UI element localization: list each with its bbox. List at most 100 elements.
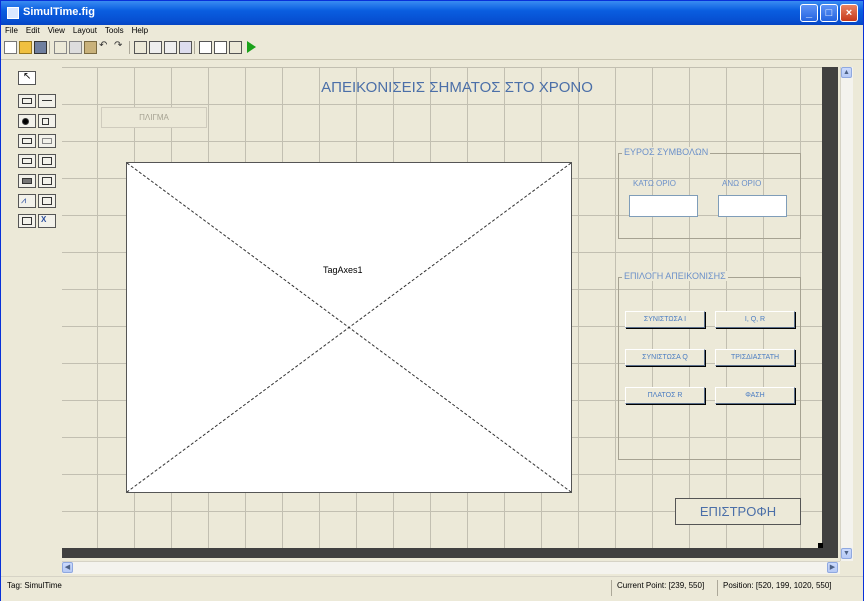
component-i-button[interactable]: ΣΥΝΙΣΤΩΣΑ Ι [625,311,705,328]
horizontal-scrollbar[interactable]: ◀ ▶ [62,561,840,574]
component-palette: ↖ ⩘ X [15,67,59,237]
phase-button[interactable]: ΦΑΣΗ [715,387,795,404]
run-icon[interactable] [247,41,256,53]
axes-tag-label: TagAxes1 [323,265,363,275]
select-tool-icon[interactable]: ↖ [18,71,36,85]
maximize-icon: □ [825,7,833,19]
grid-button[interactable]: ΠΛΙΓΜΑ [101,107,207,128]
close-icon: × [845,7,853,19]
open-folder-icon[interactable] [19,41,32,54]
three-dimensional-button[interactable]: ΤΡΙΣΔΙΑΣΤΑΤΗ [715,349,795,366]
new-file-icon[interactable] [4,41,17,54]
radio-button-tool-icon[interactable] [18,114,36,128]
panel-tool-icon[interactable] [38,194,56,208]
iqr-button[interactable]: Ι, Q, R [715,311,795,328]
menu-edit[interactable]: Edit [26,25,40,37]
checkbox-glyph-icon [42,118,49,125]
guide-window: SimulTime.fig _ □ × File Edit View Layout To… [0,0,864,601]
text-glyph-icon [42,138,52,144]
push-button-tool-icon[interactable] [18,94,36,108]
scroll-right-icon[interactable]: ▶ [827,562,838,573]
toolbar-editor-icon[interactable] [179,41,192,54]
activex-glyph-icon: X [41,215,47,224]
menu-view[interactable]: View [48,25,65,37]
toggle-button-tool-icon[interactable] [18,174,36,188]
title-bar[interactable]: SimulTime.fig _ □ × [1,1,863,25]
popup-menu-tool-icon[interactable] [18,154,36,168]
back-button[interactable]: ΕΠΙΣΤΡΟΦΗ [675,498,801,525]
slider-glyph-icon [42,100,52,102]
symbol-range-panel[interactable]: ΕΥΡΟΣ ΣΥΜΒΟΛΩΝ ΚΑΤΩ ΟΡΙΟ ΑΝΩ ΟΡΙΟ [618,147,801,239]
panel-title: ΕΥΡΟΣ ΣΥΜΒΟΛΩΝ [622,147,711,157]
toolbar: ↶ ↷ [1,37,863,60]
listbox-glyph-icon [42,157,52,165]
toolbar-separator [129,41,130,54]
status-bar: Tag: SimulTime Current Point: [239, 550]… [1,576,863,601]
maximize-button[interactable]: □ [820,4,838,22]
display-selection-panel[interactable]: ΕΠΙΛΟΓΗ ΑΠΕΙΚΟΝΙΣΗΣ ΣΥΝΙΣΤΩΣΑ Ι Ι, Q, R … [618,271,801,460]
menu-help[interactable]: Help [132,25,148,37]
mfile-editor-icon[interactable] [199,41,212,54]
paste-icon[interactable] [84,41,97,54]
close-button[interactable]: × [840,4,858,22]
minimize-icon: _ [805,7,813,19]
amplitude-r-button[interactable]: ΠΛΑΤΟΣ R [625,387,705,404]
slider-tool-icon[interactable] [38,94,56,108]
button-group-tool-icon[interactable] [18,214,36,228]
panel-title: ΕΠΙΛΟΓΗ ΑΠΕΙΚΟΝΙΣΗΣ [622,271,728,281]
panel-glyph-icon [42,197,52,205]
vertical-scrollbar[interactable]: ▲ ▼ [840,67,853,561]
object-browser-icon[interactable] [229,41,242,54]
menu-editor-icon[interactable] [149,41,162,54]
cut-icon[interactable] [54,41,67,54]
status-tag: Tag: SimulTime [7,581,62,590]
table-tool-icon[interactable] [38,174,56,188]
resize-handle[interactable] [818,543,823,548]
table-glyph-icon [42,177,52,185]
menu-layout[interactable]: Layout [73,25,97,37]
edit-text-tool-icon[interactable] [18,134,36,148]
page-title: ΑΠΕΙΚΟΝΙΣΕΙΣ ΣΗΜΑΤΟΣ ΣΤΟ ΧΡΟΝΟ [321,79,593,96]
edit-glyph-icon [22,138,32,144]
tab-order-icon[interactable] [164,41,177,54]
lower-limit-label: ΚΑΤΩ ΟΡΙΟ [633,179,677,188]
button-glyph-icon [22,98,32,104]
toolbar-separator [49,41,50,54]
axes-placeholder[interactable]: TagAxes1 [126,162,572,493]
save-icon[interactable] [34,41,47,54]
toggle-glyph-icon [22,178,32,184]
listbox-tool-icon[interactable] [38,154,56,168]
menu-tools[interactable]: Tools [105,25,124,37]
scroll-left-icon[interactable]: ◀ [62,562,73,573]
checkbox-tool-icon[interactable] [38,114,56,128]
component-q-button[interactable]: ΣΥΝΙΣΤΩΣΑ Q [625,349,705,366]
align-icon[interactable] [134,41,147,54]
group-glyph-icon [22,217,32,225]
axes-cross [127,163,571,492]
menu-file[interactable]: File [5,25,18,37]
lower-limit-field[interactable] [629,195,698,217]
minimize-button[interactable]: _ [800,4,818,22]
layout-canvas[interactable]: ΑΠΕΙΚΟΝΙΣΕΙΣ ΣΗΜΑΤΟΣ ΣΤΟ ΧΡΟΝΟ ΠΛΙΓΜΑ Ta… [62,67,822,548]
arrow-icon: ↖ [23,71,32,82]
property-inspector-icon[interactable] [214,41,227,54]
axes-tool-icon[interactable]: ⩘ [18,194,36,208]
activex-tool-icon[interactable]: X [38,214,56,228]
upper-limit-field[interactable] [718,195,787,217]
figure-icon [7,7,19,19]
copy-icon[interactable] [69,41,82,54]
status-position: Position: [520, 199, 1020, 550] [723,581,832,590]
upper-limit-label: ΑΝΩ ΟΡΙΟ [722,179,762,188]
undo-icon[interactable]: ↶ [99,41,110,52]
status-divider [717,580,718,596]
canvas-border-right [822,67,838,548]
scroll-down-icon[interactable]: ▼ [841,548,852,559]
static-text-tool-icon[interactable] [38,134,56,148]
toolbar-separator [194,41,195,54]
redo-icon[interactable]: ↷ [114,41,125,52]
scroll-up-icon[interactable]: ▲ [841,67,852,78]
menu-bar: File Edit View Layout Tools Help [1,25,863,37]
status-current-point: Current Point: [239, 550] [617,581,705,590]
popup-glyph-icon [22,158,32,164]
canvas-border-bottom [62,548,838,558]
